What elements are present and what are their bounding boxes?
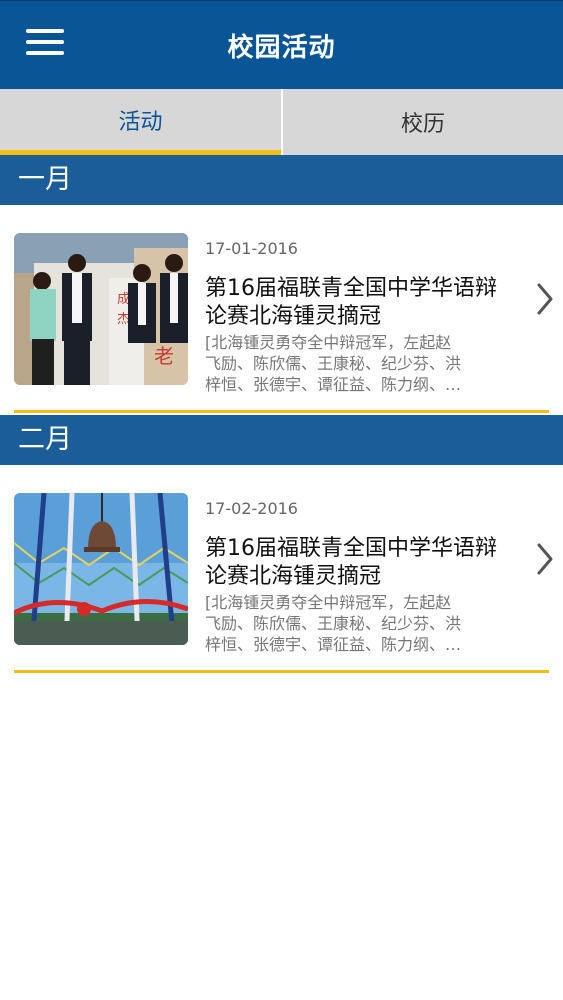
- event-title: 第16届福联青全国中学华语辩论赛北海锺灵摘冠: [205, 276, 497, 329]
- event-summary: [北海锺灵勇夺全中辩冠军，左起赵 飞励、陈欣儒、王康秘、纪少芬、洪 梓恒、张德宇…: [205, 592, 515, 655]
- event-photo: [14, 493, 188, 645]
- app-header: 校园活动: [0, 0, 563, 89]
- event-date: 17-02-2016: [205, 499, 298, 518]
- summary-line: 梓恒、张德宇、谭征益、陈力纲、…: [205, 375, 462, 394]
- tab-calendar[interactable]: 校历: [283, 89, 563, 155]
- tab-bar: 活动 校历: [0, 89, 563, 155]
- list-item[interactable]: 17-02-2016 第16届福联青全国中学华语辩论赛北海锺灵摘冠 [北海锺灵勇…: [0, 465, 563, 673]
- chevron-right-icon[interactable]: [535, 541, 555, 577]
- item-divider: [14, 410, 549, 413]
- event-summary: [北海锺灵勇夺全中辩冠军，左起赵 飞励、陈欣儒、王康秘、纪少芬、洪 梓恒、张德宇…: [205, 332, 515, 395]
- chevron-right-icon[interactable]: [535, 281, 555, 317]
- tab-activities[interactable]: 活动: [0, 89, 281, 155]
- summary-line: 梓恒、张德宇、谭征益、陈力纲、…: [205, 635, 462, 654]
- summary-line: 飞励、陈欣儒、王康秘、纪少芬、洪: [205, 614, 462, 633]
- event-date: 17-01-2016: [205, 239, 298, 258]
- event-photo: 成 杰 老: [14, 233, 188, 385]
- month-header: 一月: [0, 155, 563, 205]
- svg-text:老: 老: [154, 344, 174, 368]
- list-item[interactable]: 成 杰 老 17-01-2016 第16届福联青全国中学华语辩论赛北海锺灵摘冠 …: [0, 205, 563, 413]
- page-title: 校园活动: [227, 33, 336, 63]
- item-divider: [14, 670, 549, 673]
- month-header: 二月: [0, 415, 563, 465]
- summary-line: 飞励、陈欣儒、王康秘、纪少芬、洪: [205, 354, 462, 373]
- event-title: 第16届福联青全国中学华语辩论赛北海锺灵摘冠: [205, 536, 497, 589]
- summary-line: [北海锺灵勇夺全中辩冠军，左起赵: [205, 333, 452, 352]
- summary-line: [北海锺灵勇夺全中辩冠军，左起赵: [205, 593, 452, 612]
